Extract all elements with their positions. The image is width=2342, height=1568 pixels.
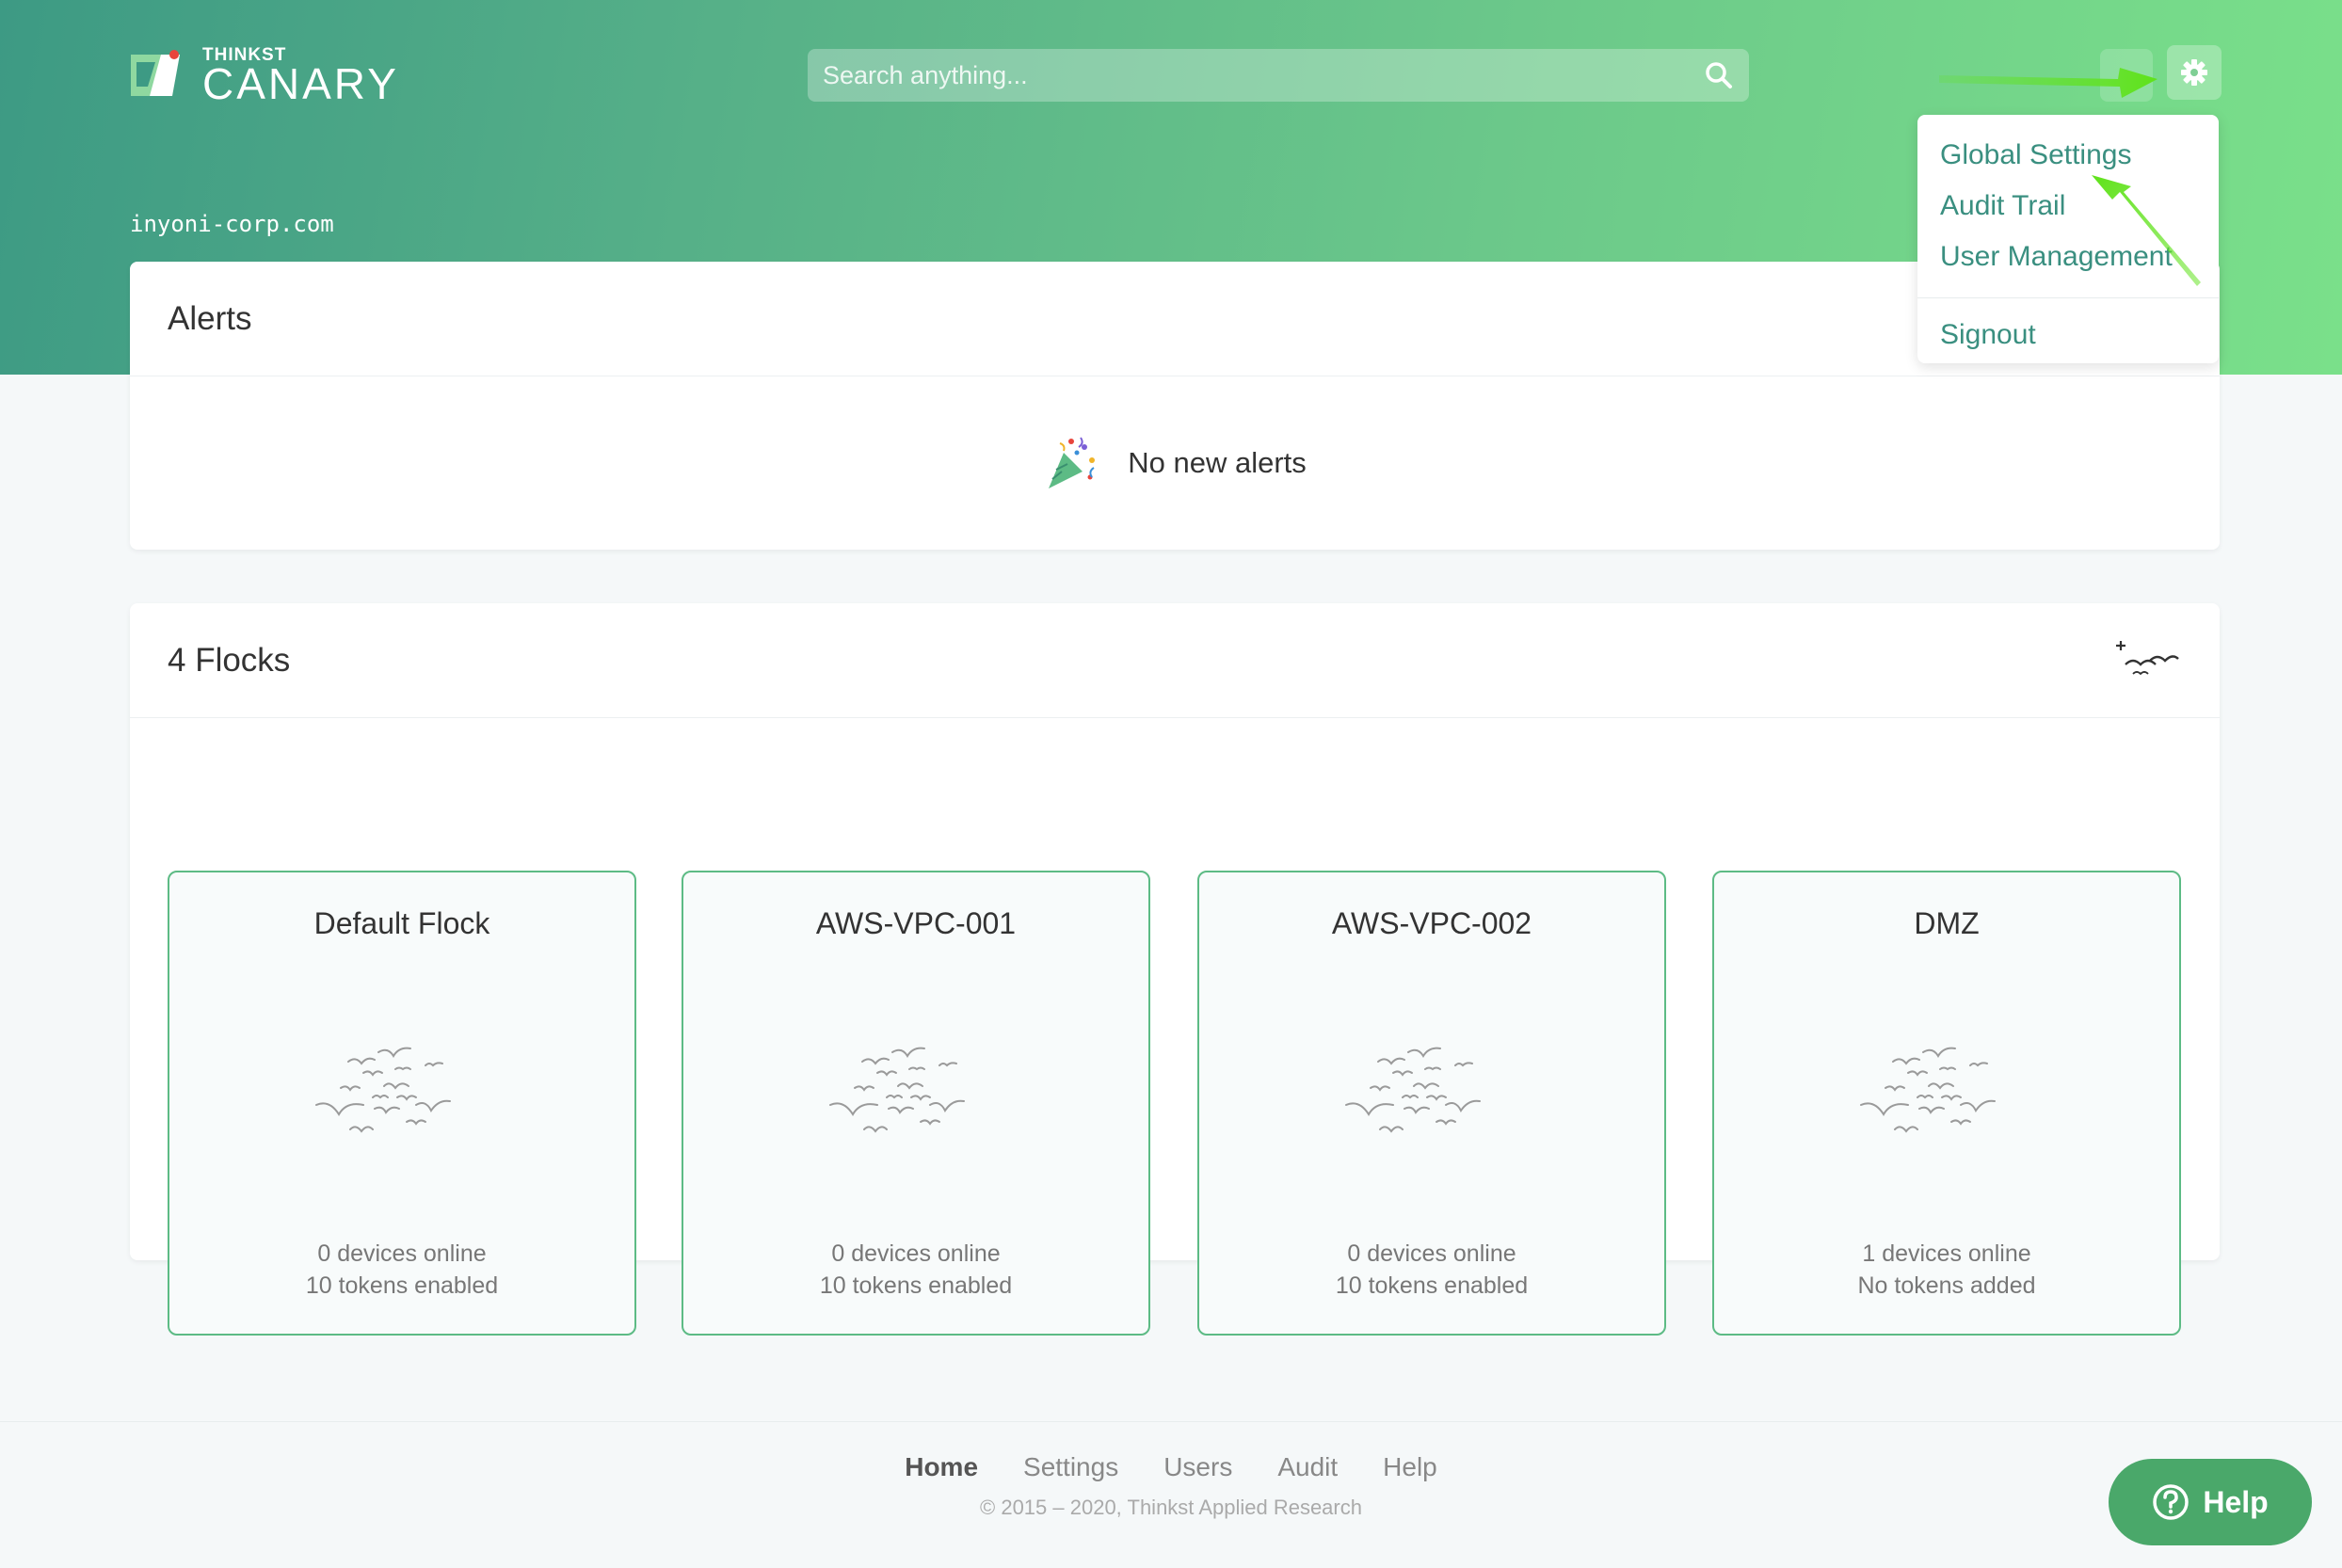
flock-card[interactable]: AWS-VPC-001 0 devices online 10 tokens e…: [682, 871, 1150, 1336]
settings-dropdown-menu: Global Settings Audit Trail User Managem…: [1917, 115, 2219, 363]
birds-icon: [1860, 1047, 1996, 1132]
search-input[interactable]: [823, 60, 1704, 90]
footer: Home Settings Users Audit Help © 2015 – …: [0, 1421, 2342, 1568]
footer-link-home[interactable]: Home: [905, 1452, 978, 1482]
menu-item-signout[interactable]: Signout: [1917, 310, 2219, 360]
settings-button[interactable]: [2167, 45, 2222, 100]
flock-devices-online: 1 devices online: [1862, 1240, 2031, 1267]
menu-item-audit-trail[interactable]: Audit Trail: [1917, 181, 2219, 232]
footer-nav: Home Settings Users Audit Help: [0, 1452, 2342, 1482]
menu-item-global-settings[interactable]: Global Settings: [1917, 130, 2219, 181]
gear-icon: [2181, 59, 2207, 86]
footer-link-users[interactable]: Users: [1163, 1452, 1232, 1482]
flock-tokens-status: No tokens added: [1857, 1272, 2036, 1299]
footer-link-help[interactable]: Help: [1383, 1452, 1437, 1482]
flock-devices-online: 0 devices online: [1347, 1240, 1516, 1267]
menu-item-user-management[interactable]: User Management: [1917, 232, 2219, 282]
birds-icon: [315, 1047, 451, 1132]
flock-card[interactable]: DMZ 1 devices online No tokens added: [1712, 871, 2181, 1336]
canary-logo[interactable]: THINKST CANARY: [129, 46, 399, 108]
add-flock-icon[interactable]: [2112, 638, 2182, 683]
birds-icon: [829, 1047, 965, 1132]
flock-devices-online: 0 devices online: [831, 1240, 1001, 1267]
footer-link-audit[interactable]: Audit: [1277, 1452, 1338, 1482]
flocks-panel: 4 Flocks Default Flock 0 devices online …: [130, 603, 2220, 1336]
flock-tokens-status: 10 tokens enabled: [1335, 1272, 1529, 1299]
alerts-empty-state: No new alerts: [130, 376, 2220, 550]
no-alerts-message: No new alerts: [1128, 446, 1307, 479]
logo-brand-main: CANARY: [202, 58, 399, 108]
account-domain: inyoni-corp.com: [130, 211, 334, 237]
menu-divider: [1917, 297, 2219, 298]
flock-name: AWS-VPC-002: [1331, 906, 1532, 940]
flock-card[interactable]: Default Flock 0 devices online 10 tokens…: [168, 871, 636, 1336]
canary-logo-icon: [131, 50, 180, 96]
copyright: © 2015 – 2020, Thinkst Applied Research: [980, 1496, 1362, 1519]
flock-tokens-status: 10 tokens enabled: [305, 1272, 499, 1299]
alerts-title: Alerts: [168, 299, 252, 337]
flock-name: Default Flock: [313, 906, 490, 940]
flock-name: DMZ: [1914, 906, 1980, 940]
birds-icon: [1345, 1047, 1481, 1132]
footer-link-settings[interactable]: Settings: [1023, 1452, 1118, 1482]
flock-tokens-status: 10 tokens enabled: [819, 1272, 1013, 1299]
help-button[interactable]: Help: [2109, 1459, 2312, 1545]
flock-devices-online: 0 devices online: [317, 1240, 487, 1267]
question-circle-icon: [2153, 1484, 2190, 1520]
help-button-label: Help: [2203, 1484, 2269, 1519]
party-popper-icon: [1049, 437, 1096, 488]
alerts-panel: Alerts No new alerts: [130, 262, 2220, 550]
search-bar[interactable]: [808, 49, 1749, 102]
flock-card[interactable]: AWS-VPC-002 0 devices online 10 tokens e…: [1197, 871, 1666, 1336]
flock-name: AWS-VPC-001: [815, 906, 1017, 940]
search-icon[interactable]: [1704, 60, 1734, 90]
flocks-title: 4 Flocks: [168, 641, 291, 679]
notification-button[interactable]: [2100, 49, 2153, 102]
